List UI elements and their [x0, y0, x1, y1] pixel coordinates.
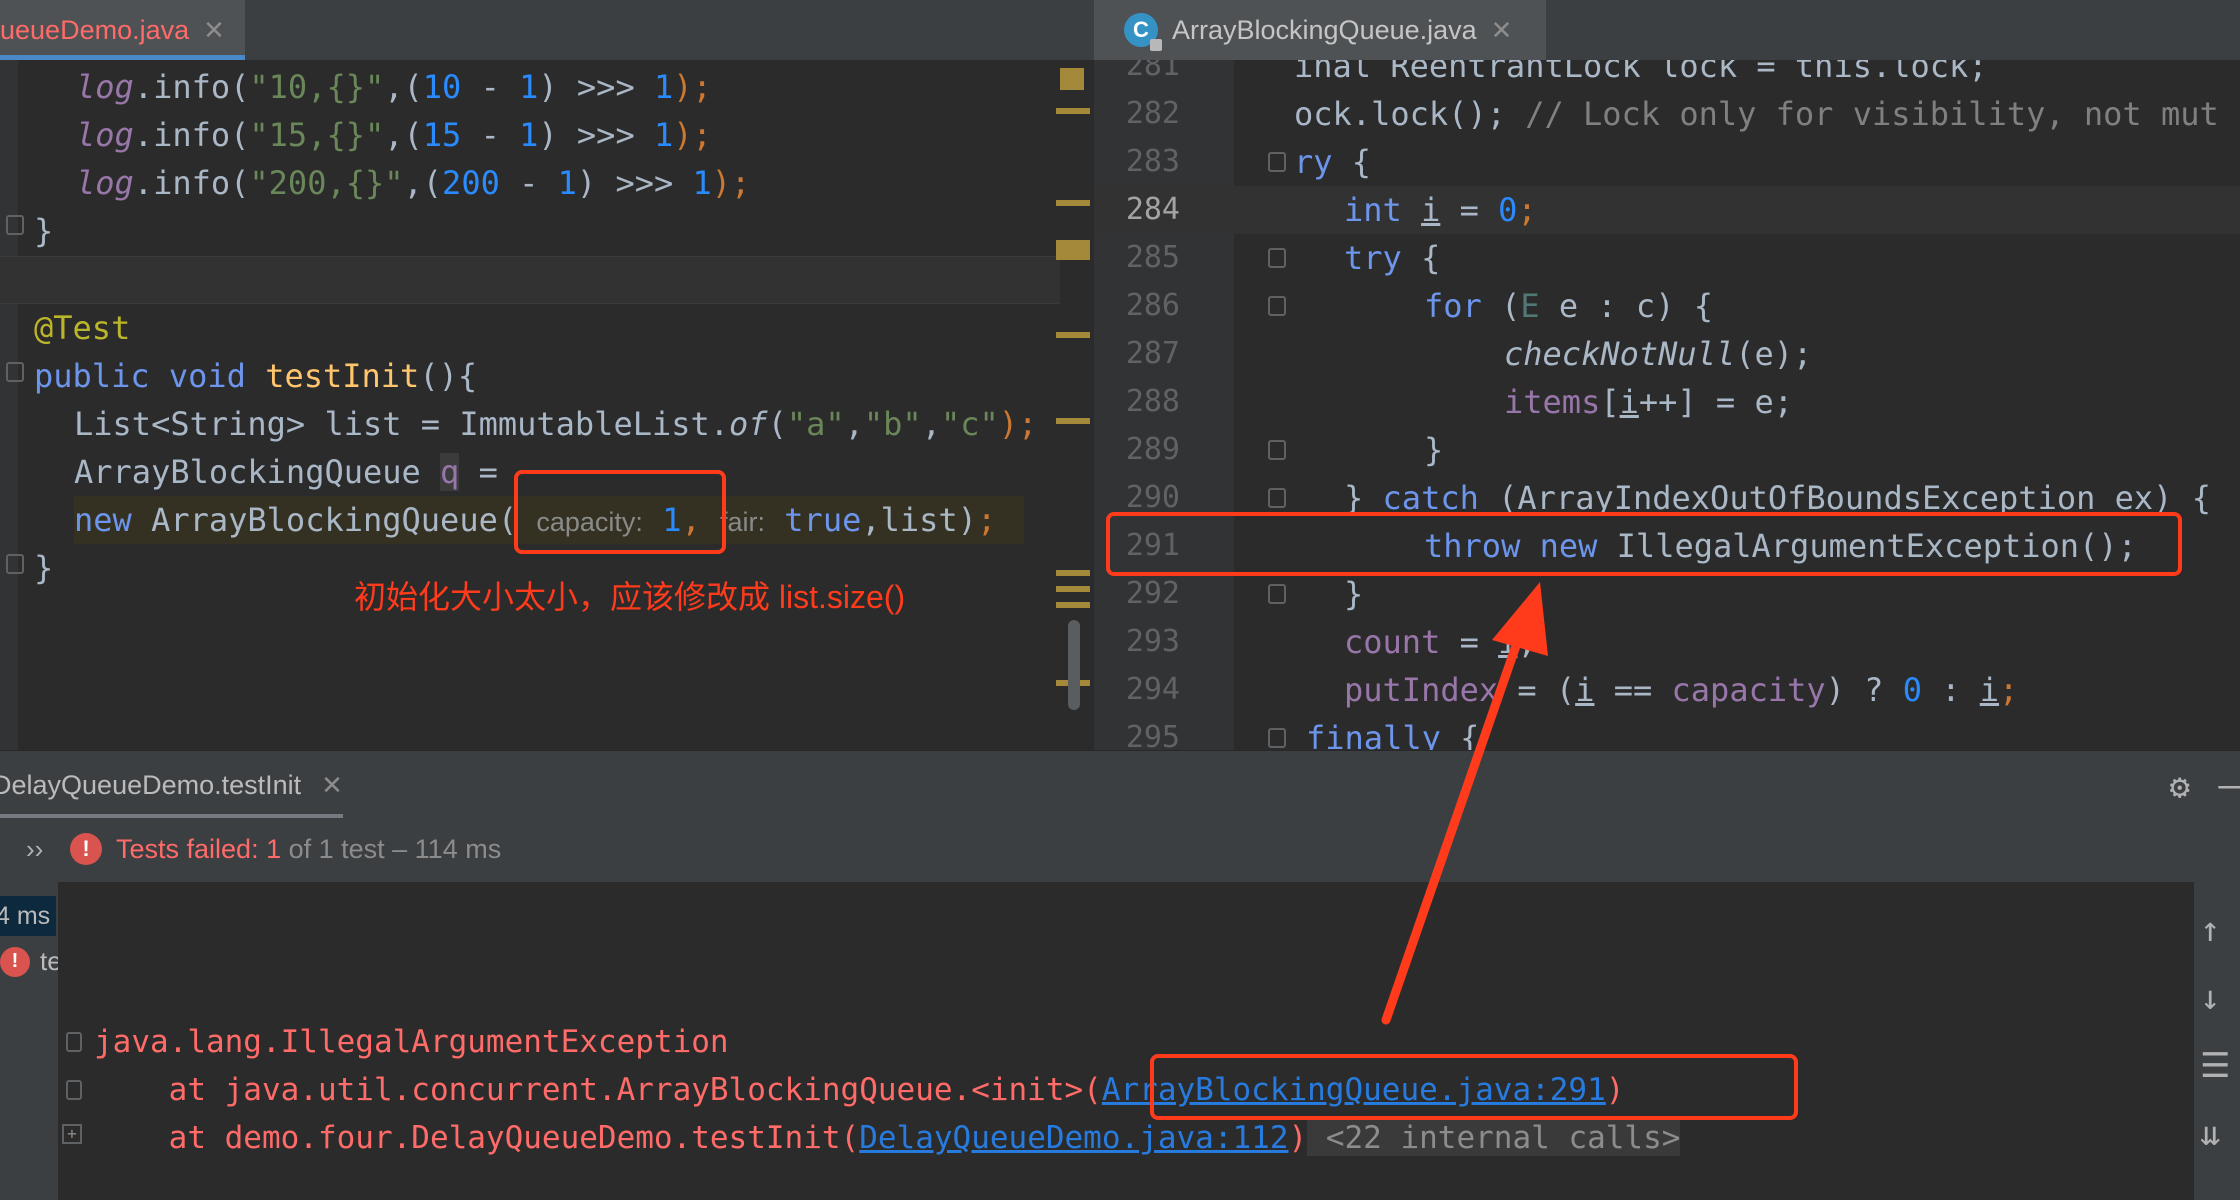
- annotation-arrow: [1381, 582, 1548, 1025]
